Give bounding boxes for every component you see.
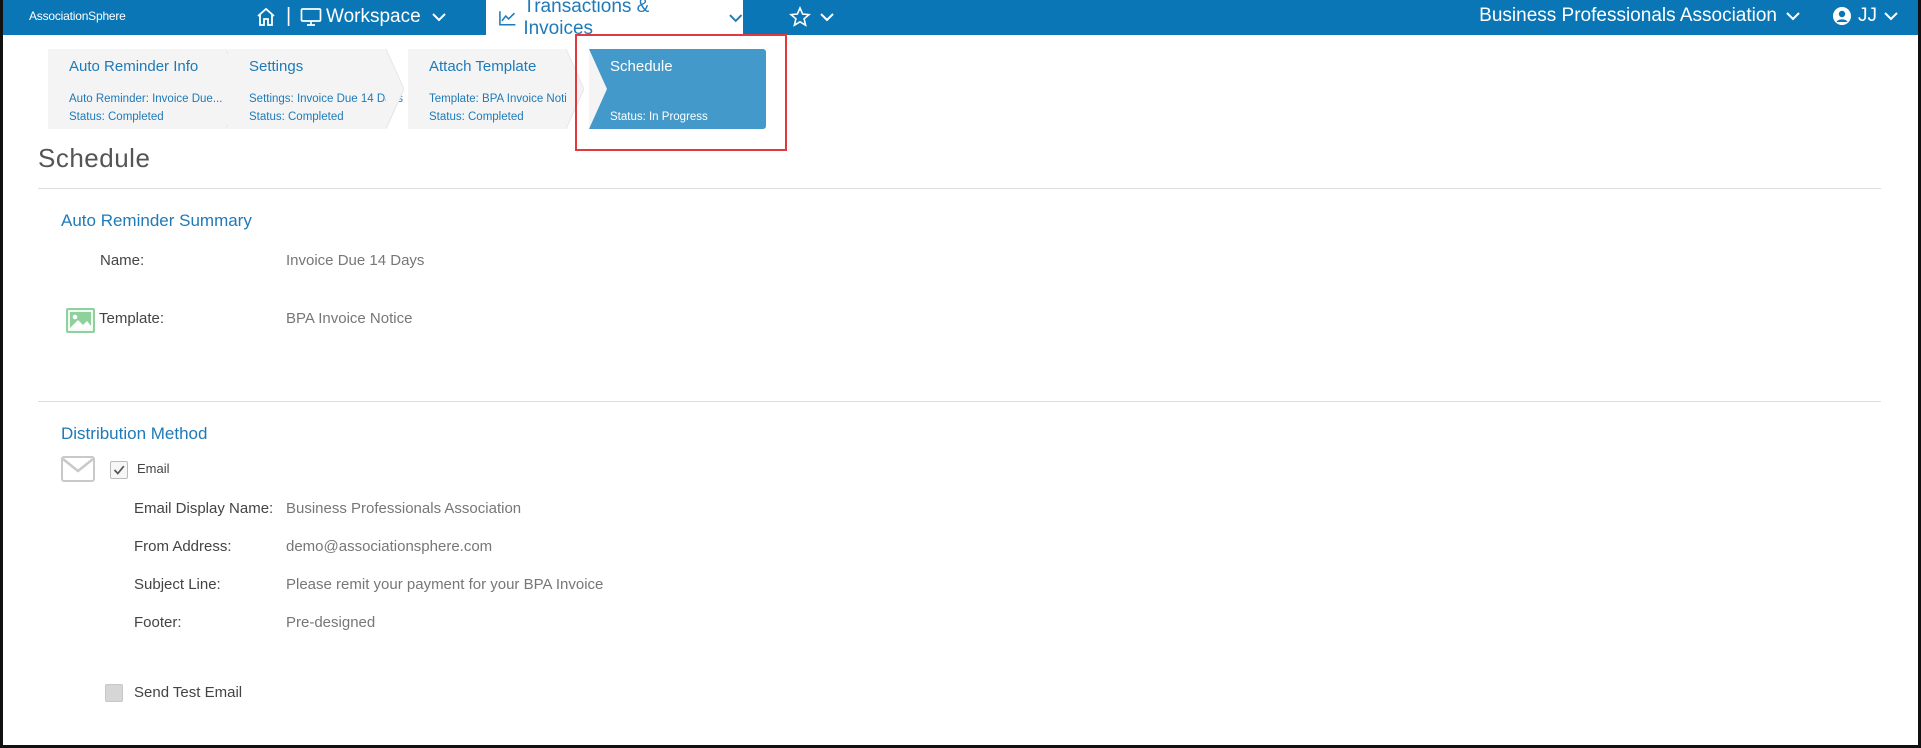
- email-checkbox-label: Email: [137, 461, 170, 476]
- from-address-value: demo@associationsphere.com: [286, 538, 493, 555]
- chevron-down-icon: [1884, 12, 1898, 21]
- name-label: Name:: [100, 252, 145, 269]
- envelope-icon: [61, 456, 95, 482]
- name-value: Invoice Due 14 Days: [286, 252, 425, 269]
- logo-text: AssociationSphere: [29, 9, 126, 23]
- step-detail: Settings: Invoice Due 14 Days: [249, 93, 404, 105]
- wizard-step-auto-reminder-info[interactable]: Auto Reminder Info Auto Reminder: Invoic…: [48, 49, 244, 129]
- step-status: Status: Completed: [429, 111, 524, 123]
- step-status: Status: Completed: [69, 111, 164, 123]
- step-detail: Template: BPA Invoice Notice: [429, 93, 579, 105]
- from-address-label: From Address:: [134, 538, 232, 555]
- page-title: Schedule: [38, 143, 151, 173]
- home-icon[interactable]: [255, 6, 277, 28]
- star-icon: [789, 6, 811, 27]
- top-nav-bar: AssociationSphere | Workspace Transactio…: [3, 0, 1918, 39]
- divider: [38, 401, 1881, 402]
- user-menu[interactable]: JJ: [1832, 5, 1899, 27]
- send-test-email-checkbox[interactable]: [105, 684, 123, 702]
- app-frame: AssociationSphere | Workspace Transactio…: [0, 0, 1921, 748]
- step-title: Attach Template: [429, 58, 537, 75]
- wizard-step-attach-template[interactable]: Attach Template Template: BPA Invoice No…: [408, 49, 584, 129]
- step-title: Auto Reminder Info: [69, 58, 199, 75]
- user-circle-icon: [1833, 7, 1851, 25]
- organization-menu[interactable]: Business Professionals Association: [1479, 5, 1801, 27]
- chart-line-icon: [499, 10, 516, 26]
- footer-label: Footer:: [134, 614, 182, 631]
- step-status: Status: Completed: [249, 111, 344, 123]
- summary-heading: Auto Reminder Summary: [61, 211, 252, 230]
- workspace-label: Workspace: [326, 6, 421, 27]
- wizard-step-settings[interactable]: Settings Settings: Invoice Due 14 Days S…: [228, 49, 404, 129]
- distribution-heading: Distribution Method: [61, 424, 208, 443]
- template-label: Template:: [99, 310, 165, 327]
- chevron-down-icon: [431, 13, 446, 22]
- workspace-menu[interactable]: Workspace: [300, 5, 447, 29]
- subject-line-value: Please remit your payment for your BPA I…: [286, 576, 604, 593]
- monitor-icon: [300, 8, 322, 26]
- email-display-name-value: Business Professionals Association: [286, 500, 522, 517]
- footer-value: Pre-designed: [286, 614, 376, 631]
- image-icon: [66, 308, 95, 333]
- step-detail: Auto Reminder: Invoice Due...: [69, 93, 223, 105]
- favorites-menu[interactable]: [789, 6, 835, 28]
- chevron-down-icon: [728, 13, 742, 22]
- email-checkbox[interactable]: [110, 461, 128, 479]
- chevron-down-icon: [820, 13, 834, 22]
- step-title: Settings: [249, 58, 304, 75]
- divider: [38, 188, 1881, 189]
- transactions-invoices-menu[interactable]: Transactions & Invoices: [486, 0, 743, 39]
- template-value: BPA Invoice Notice: [286, 310, 413, 327]
- app-logo[interactable]: AssociationSphere: [29, 9, 126, 23]
- subject-line-label: Subject Line:: [134, 576, 221, 593]
- send-test-email-label: Send Test Email: [134, 684, 243, 701]
- user-initials: JJ: [1858, 5, 1877, 26]
- email-display-name-label: Email Display Name:: [134, 500, 274, 517]
- nav-separator: |: [286, 5, 292, 27]
- highlight-annotation-box: [575, 34, 787, 151]
- chevron-down-icon: [1786, 12, 1800, 21]
- organization-name: Business Professionals Association: [1479, 5, 1777, 26]
- checkmark-icon: [113, 465, 125, 475]
